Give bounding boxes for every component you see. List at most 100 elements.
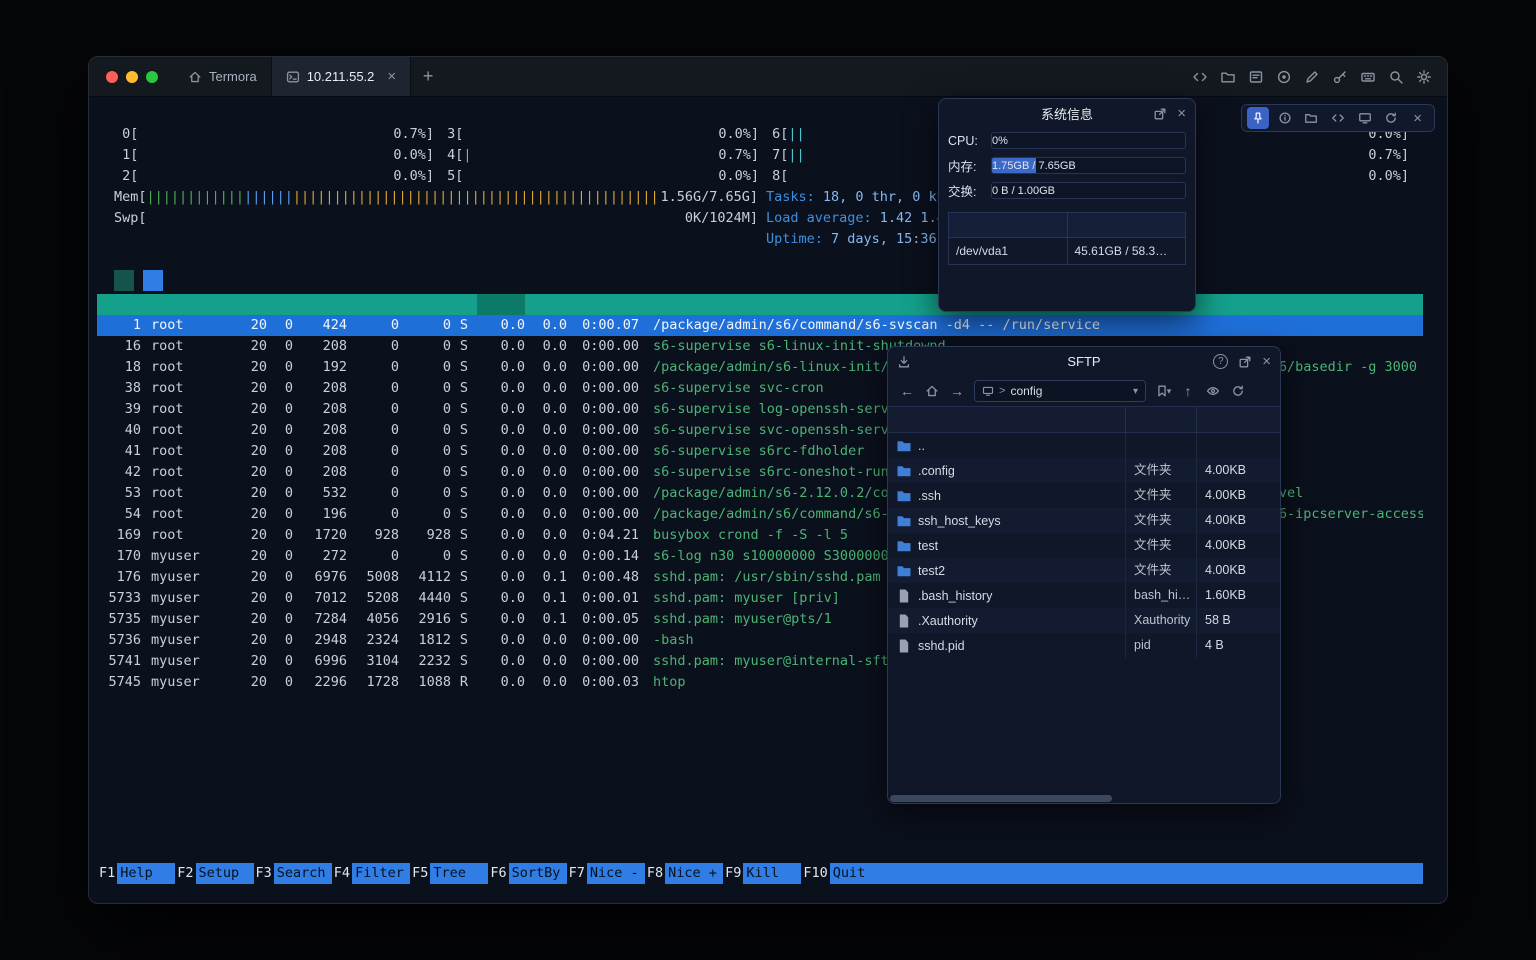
sftp-column-header[interactable] <box>1197 407 1280 432</box>
horizontal-scrollbar[interactable] <box>890 795 1112 802</box>
search-icon[interactable] <box>1385 65 1407 89</box>
column-header[interactable] <box>97 294 141 315</box>
file-name: ssh_host_keys <box>918 514 1001 528</box>
process-shr: 0 <box>399 315 451 336</box>
bookmark-icon[interactable]: ▾ <box>1152 380 1174 402</box>
cpu-progress-bar: 0% <box>991 132 1186 149</box>
htop-screen-tab[interactable] <box>114 270 134 291</box>
open-external-icon[interactable] <box>1238 355 1252 369</box>
code-icon[interactable] <box>1189 65 1211 89</box>
function-key[interactable]: F7Nice - <box>567 863 645 884</box>
column-header[interactable] <box>525 294 567 315</box>
process-pri: 20 <box>229 315 267 336</box>
zoom-window-button[interactable] <box>146 71 158 83</box>
close-tab-icon[interactable]: × <box>387 69 396 84</box>
column-header[interactable] <box>267 294 293 315</box>
process-mem: 0.0 <box>525 420 567 441</box>
file-row[interactable]: test2 文件夹 4.00KB <box>888 558 1280 583</box>
app-window: Termora 10.211.55.2 × + 0[0.7%] 1[0.0%] … <box>88 56 1448 904</box>
cpu-meter-value: 0.7%] <box>393 124 434 145</box>
process-res: 0 <box>347 357 399 378</box>
computer-icon <box>982 385 994 397</box>
info-icon[interactable] <box>1274 107 1296 129</box>
cpu-meter-bar <box>138 124 393 145</box>
tab-termora[interactable]: Termora <box>174 57 271 96</box>
refresh-icon[interactable] <box>1380 107 1402 129</box>
column-header[interactable] <box>477 294 525 315</box>
minimize-window-button[interactable] <box>126 71 138 83</box>
help-icon[interactable]: ? <box>1213 354 1228 369</box>
function-key-name: F4 <box>332 863 352 884</box>
refresh-icon[interactable] <box>1227 380 1249 402</box>
file-row[interactable]: ssh_host_keys 文件夹 4.00KB <box>888 508 1280 533</box>
open-external-icon[interactable] <box>1153 107 1167 121</box>
keyboard-icon[interactable] <box>1357 65 1379 89</box>
close-panel-icon[interactable]: × <box>1262 354 1271 369</box>
settings-gear-icon[interactable] <box>1413 65 1435 89</box>
process-cpu: 0.0 <box>477 630 525 651</box>
up-directory-icon[interactable]: ↑ <box>1177 380 1199 402</box>
htop-screen-tab[interactable] <box>143 270 163 291</box>
key-icon[interactable] <box>1329 65 1351 89</box>
cpu-meter-bar <box>138 166 393 187</box>
process-cpu: 0.0 <box>477 546 525 567</box>
file-row[interactable]: .Xauthority Xauthority 58 B <box>888 608 1280 633</box>
record-icon[interactable] <box>1273 65 1295 89</box>
new-tab-button[interactable]: + <box>411 57 445 96</box>
file-name-cell: test2 <box>888 558 1126 583</box>
function-key-label: SortBy <box>509 863 567 884</box>
file-row[interactable]: .. <box>888 433 1280 458</box>
column-header[interactable] <box>451 294 477 315</box>
process-shr: 1812 <box>399 630 451 651</box>
sftp-column-header[interactable] <box>1126 407 1197 432</box>
column-header[interactable] <box>141 294 229 315</box>
function-key[interactable]: F1Help <box>97 863 175 884</box>
process-ni: 0 <box>267 336 293 357</box>
tab-session[interactable]: 10.211.55.2 × <box>271 57 411 96</box>
function-key[interactable]: F9Kill <box>723 863 801 884</box>
column-header[interactable] <box>347 294 399 315</box>
file-row[interactable]: .ssh 文件夹 4.00KB <box>888 483 1280 508</box>
close-window-button[interactable] <box>106 71 118 83</box>
close-sidebar-icon[interactable]: × <box>1407 107 1429 129</box>
process-row[interactable]: 1 root 20 0 424 0 0 S 0.0 0.0 0:00.07 /p… <box>97 315 1423 336</box>
file-row[interactable]: .config 文件夹 4.00KB <box>888 458 1280 483</box>
path-breadcrumb[interactable]: > config ▾ <box>974 380 1146 402</box>
display-icon[interactable] <box>1354 107 1376 129</box>
sftp-column-header[interactable] <box>888 407 1126 432</box>
file-row[interactable]: .bash_history bash_hi… 1.60KB <box>888 583 1280 608</box>
function-key[interactable]: F4Filter <box>332 863 410 884</box>
function-key[interactable]: F6SortBy <box>488 863 566 884</box>
process-state: S <box>451 441 477 462</box>
folder-icon[interactable] <box>1217 65 1239 89</box>
close-panel-icon[interactable]: × <box>1177 106 1186 121</box>
show-hidden-eye-icon[interactable] <box>1202 380 1224 402</box>
function-key[interactable]: F5Tree <box>410 863 488 884</box>
function-key[interactable]: F10Quit <box>801 863 887 884</box>
function-key[interactable]: F3Search <box>254 863 332 884</box>
log-icon[interactable] <box>1245 65 1267 89</box>
process-pri: 20 <box>229 588 267 609</box>
file-row[interactable]: test 文件夹 4.00KB <box>888 533 1280 558</box>
back-icon[interactable]: ← <box>896 380 918 402</box>
column-header[interactable] <box>399 294 451 315</box>
filesystem-row[interactable]: /dev/vda1 45.61GB / 58.3… <box>949 238 1185 264</box>
function-key-name: F2 <box>175 863 195 884</box>
process-res: 0 <box>347 483 399 504</box>
file-name: sshd.pid <box>918 639 965 653</box>
column-header[interactable] <box>567 294 639 315</box>
folder-icon[interactable] <box>1300 107 1322 129</box>
home-icon[interactable] <box>921 380 943 402</box>
forward-icon[interactable]: → <box>946 380 968 402</box>
column-header[interactable] <box>293 294 347 315</box>
process-ni: 0 <box>267 462 293 483</box>
function-key[interactable]: F8Nice + <box>645 863 723 884</box>
process-pri: 20 <box>229 462 267 483</box>
cpu-meter: 4[|0.7%] <box>439 145 759 166</box>
column-header[interactable] <box>229 294 267 315</box>
pin-icon[interactable] <box>1247 107 1269 129</box>
file-row[interactable]: sshd.pid pid 4 B <box>888 633 1280 658</box>
code-icon[interactable] <box>1327 107 1349 129</box>
edit-icon[interactable] <box>1301 65 1323 89</box>
function-key[interactable]: F2Setup <box>175 863 253 884</box>
